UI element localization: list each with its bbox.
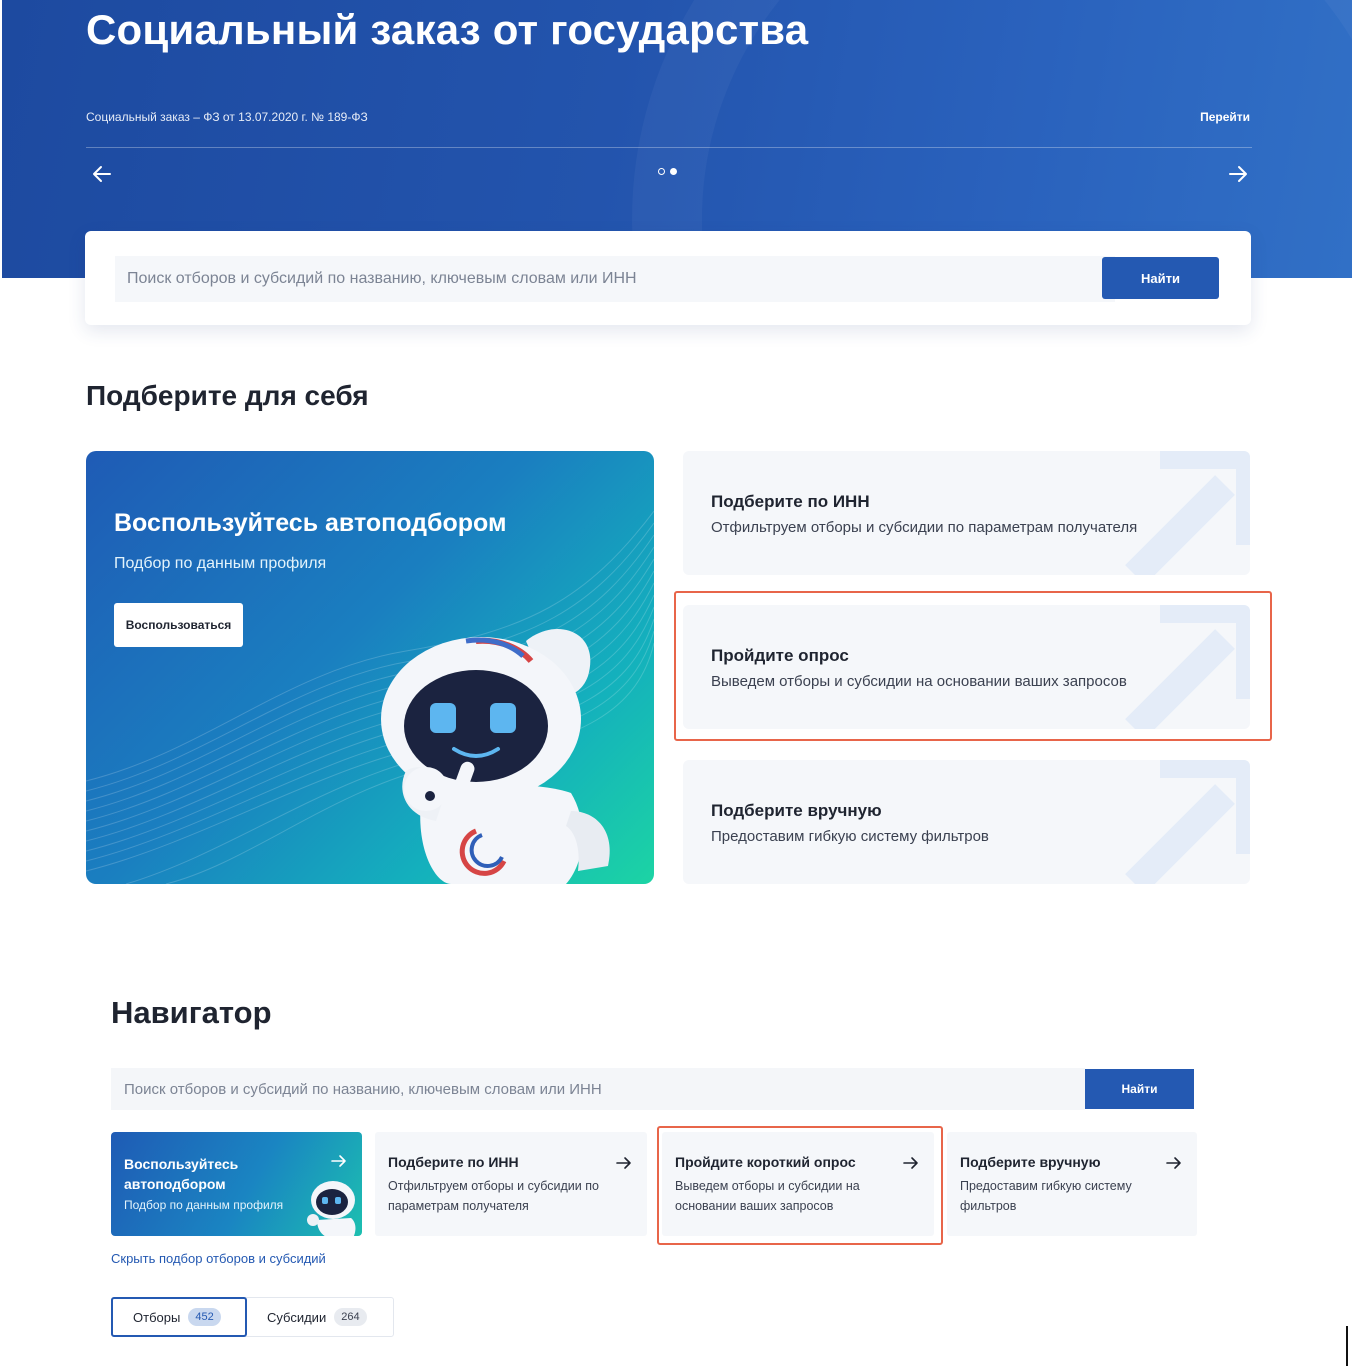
arrow-right-icon — [1166, 1157, 1181, 1169]
hero-subtitle: Социальный заказ – ФЗ от 13.07.2020 г. №… — [86, 110, 368, 124]
autoselect-card: Воспользуйтесь автоподбором Подбор по да… — [86, 451, 654, 884]
navigator-card-manual[interactable]: Подберите вручную Предоставим гибкую сис… — [947, 1132, 1197, 1236]
tab-label: Отборы — [133, 1309, 181, 1325]
robot-mascot — [307, 1181, 356, 1236]
option-desc: Выведем отборы и субсидии на основании в… — [711, 673, 1127, 690]
slider-dots — [658, 168, 677, 175]
card-title: Подберите по ИНН — [388, 1154, 519, 1170]
navigator-autoselect-card[interactable]: Воспользуйтесь автоподбором Подбор по да… — [111, 1132, 362, 1236]
tab-label: Субсидии — [267, 1309, 327, 1325]
card-desc: Выведем отборы и субсидии на основании в… — [675, 1179, 860, 1213]
use-autoselect-button[interactable]: Воспользоваться — [114, 603, 243, 647]
card-desc: Предоставим гибкую систему фильтров — [960, 1179, 1132, 1213]
diagonal-arrow-icon — [1125, 451, 1250, 575]
tab-count-badge: 264 — [334, 1308, 367, 1326]
option-title: Пройдите опрос — [711, 646, 849, 665]
text-cursor — [1346, 1326, 1348, 1366]
arrow-left-icon[interactable] — [88, 160, 116, 188]
navigator-search-button[interactable]: Найти — [1085, 1069, 1194, 1109]
navigator-card-survey[interactable]: Пройдите короткий опрос Выведем отборы и… — [662, 1132, 934, 1236]
arrow-right-icon[interactable] — [1224, 160, 1252, 188]
hide-selection-link[interactable]: Скрыть подбор отборов и субсидий — [111, 1251, 326, 1266]
option-card-manual[interactable]: Подберите вручную Предоставим гибкую сис… — [683, 760, 1250, 884]
option-card-inn[interactable]: Подберите по ИНН Отфильтруем отборы и су… — [683, 451, 1250, 575]
result-tabs: Отборы 452 Субсидии 264 — [111, 1297, 394, 1337]
tab-count-badge: 452 — [188, 1308, 221, 1326]
card-title: Подберите вручную — [960, 1154, 1101, 1170]
diagonal-arrow-icon — [1125, 605, 1250, 729]
arrow-right-icon — [903, 1157, 918, 1169]
navigator-title: Навигатор — [111, 995, 272, 1030]
card-desc: Подбор по данным профиля — [124, 1198, 284, 1212]
navigator-card-inn[interactable]: Подберите по ИНН Отфильтруем отборы и су… — [375, 1132, 647, 1236]
autoselect-subtitle: Подбор по данным профиля — [114, 555, 327, 572]
hero-go-link[interactable]: Перейти — [1200, 110, 1250, 124]
navigator-search-input[interactable] — [111, 1068, 1085, 1110]
option-card-survey[interactable]: Пройдите опрос Выведем отборы и субсидии… — [683, 605, 1250, 729]
diagonal-arrow-icon — [1125, 760, 1250, 884]
search-card: Найти — [85, 231, 1251, 325]
card-desc: Отфильтруем отборы и субсидии по парамет… — [388, 1179, 599, 1213]
search-input[interactable] — [115, 256, 1115, 302]
option-title: Подберите вручную — [711, 801, 882, 820]
hero-divider — [86, 147, 1252, 148]
pick-section-title: Подберите для себя — [86, 380, 369, 411]
robot-mascot — [381, 628, 610, 884]
hero-title: Социальный заказ от государства — [86, 6, 809, 53]
card-title: Воспользуйтесь автоподбором — [124, 1156, 239, 1192]
slider-dot[interactable] — [658, 168, 665, 175]
option-desc: Отфильтруем отборы и субсидии по парамет… — [711, 519, 1138, 536]
tab-subsidies[interactable]: Субсидии 264 — [247, 1298, 367, 1336]
option-desc: Предоставим гибкую систему фильтров — [711, 828, 989, 845]
arrow-right-icon — [331, 1155, 346, 1167]
slider-dot-active[interactable] — [670, 168, 677, 175]
search-button[interactable]: Найти — [1102, 257, 1219, 299]
option-title: Подберите по ИНН — [711, 492, 870, 511]
arrow-right-icon — [616, 1157, 631, 1169]
card-title: Пройдите короткий опрос — [675, 1154, 856, 1170]
autoselect-title: Воспользуйтесь автоподбором — [114, 509, 507, 537]
tab-selections[interactable]: Отборы 452 — [111, 1297, 247, 1337]
